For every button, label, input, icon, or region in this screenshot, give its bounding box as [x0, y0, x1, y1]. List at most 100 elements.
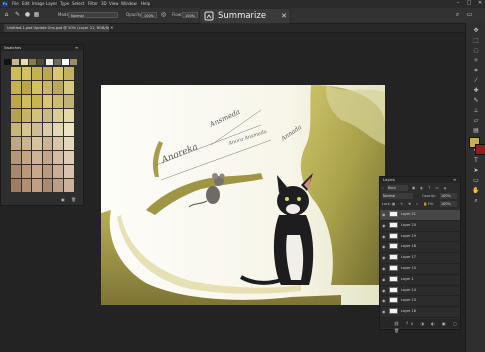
swatch-cell[interactable]	[45, 59, 53, 65]
minimize-icon[interactable]: –	[454, 0, 462, 7]
swatch-cell[interactable]	[64, 81, 74, 94]
swatch-cell[interactable]	[64, 137, 74, 150]
swatch-cell[interactable]	[11, 179, 21, 192]
swatch-cell[interactable]	[64, 123, 74, 136]
brush-preset-icon[interactable]: ●	[24, 11, 31, 19]
swatch-cell[interactable]	[53, 179, 63, 192]
swatch-cell[interactable]	[21, 67, 32, 80]
workspace-icon[interactable]: ▭	[466, 11, 473, 19]
swatch-cell[interactable]	[21, 165, 32, 178]
swatch-cell[interactable]	[21, 109, 32, 122]
layer-row[interactable]: ◉ Layer 18	[380, 242, 460, 254]
menu-file[interactable]: File	[12, 1, 19, 7]
visibility-eye-icon[interactable]: ◉	[382, 223, 386, 228]
menu-type[interactable]: Type	[60, 1, 69, 7]
swatch-cell[interactable]	[4, 59, 11, 65]
delete-swatch-icon[interactable]: 🗑	[71, 197, 76, 202]
layer-row[interactable]: ◉ Layer 13	[380, 296, 460, 308]
swatch-cell[interactable]	[32, 67, 42, 80]
move-tool-icon[interactable]: ✥	[471, 27, 481, 35]
layer-filter-select[interactable]: Kind	[387, 185, 408, 191]
swatch-cell[interactable]	[53, 109, 63, 122]
summarize-button[interactable]: Summarize ✕	[200, 9, 290, 23]
swatch-cell[interactable]	[42, 95, 53, 108]
swatch-cell[interactable]	[53, 81, 63, 94]
ps-logo-icon[interactable]: Ps	[2, 1, 8, 7]
menu-image[interactable]: Image	[32, 1, 45, 7]
background-color-swatch[interactable]	[475, 144, 485, 155]
stamp-tool-icon[interactable]: ⊥	[471, 107, 481, 115]
flow-field[interactable]: 100%	[182, 12, 198, 18]
swatch-cell[interactable]	[11, 81, 21, 94]
swatch-cell[interactable]	[11, 165, 21, 178]
home-icon[interactable]: ⌂	[3, 11, 10, 19]
swatch-cell[interactable]	[42, 151, 53, 164]
layers-menu-icon[interactable]: ≡	[453, 177, 456, 183]
filter-icons[interactable]: ▣ ◐ T ▭ ◈	[412, 185, 448, 191]
swatch-cell[interactable]	[53, 123, 63, 136]
visibility-eye-icon[interactable]: ◉	[382, 255, 386, 260]
layer-row[interactable]: ◉ Layer 1	[380, 275, 460, 286]
swatch-cell[interactable]	[11, 123, 21, 136]
crop-tool-icon[interactable]: ⌗	[471, 67, 481, 75]
swatch-cell[interactable]	[11, 109, 21, 122]
swatch-cell[interactable]	[11, 137, 21, 150]
swatch-cell[interactable]	[53, 165, 63, 178]
document-tab[interactable]: Untitled-1.psd Update Ons.psd @ 50% (Lay…	[4, 24, 109, 32]
swatch-cell[interactable]	[64, 67, 74, 80]
layer-row[interactable]: ◉ Layer 15	[380, 264, 460, 275]
type-tool-icon[interactable]: T	[471, 157, 481, 165]
layer-row[interactable]: ◉ Layer 20	[380, 221, 460, 232]
panel-menu-icon[interactable]: ≡	[75, 45, 78, 51]
pressure-opacity-icon[interactable]: ◎	[160, 11, 167, 19]
layers-tab[interactable]: Layers	[383, 177, 395, 183]
swatch-cell[interactable]	[64, 151, 74, 164]
swatch-cell[interactable]	[53, 95, 63, 108]
swatch-cell[interactable]	[21, 81, 32, 94]
document-tab-close-icon[interactable]: ✕	[110, 24, 116, 32]
swatch-cell[interactable]	[42, 165, 53, 178]
mode-select[interactable]: Normal	[68, 12, 118, 18]
swatch-cell[interactable]	[32, 109, 42, 122]
swatch-cell[interactable]	[21, 123, 32, 136]
marquee-tool-icon[interactable]: ⬚	[471, 37, 481, 45]
swatch-cell[interactable]	[21, 95, 32, 108]
swatch-cell[interactable]	[42, 67, 53, 80]
swatch-cell[interactable]	[32, 165, 42, 178]
layers-footer-icons[interactable]: ⛓ fx ◑ ◐ ▣ ▢ 🗑	[394, 320, 460, 334]
swatch-cell[interactable]	[62, 59, 70, 65]
lock-icons[interactable]: ▦ ✎ ✥ ⌗ 🔒	[392, 201, 429, 207]
gradient-tool-icon[interactable]: ▤	[471, 127, 481, 135]
swatch-cell[interactable]	[42, 109, 53, 122]
swatch-cell[interactable]	[12, 59, 20, 65]
brush-tool-side-icon[interactable]: ✎	[471, 97, 481, 105]
swatch-cell[interactable]	[64, 165, 74, 178]
menu-help[interactable]: Help	[141, 1, 150, 7]
search-icon[interactable]: ⌕	[454, 11, 461, 19]
document-canvas[interactable]: Anoreka Ansmeda Anora Ansmeda Annada	[101, 85, 385, 305]
swatch-cell[interactable]	[21, 179, 32, 192]
opacity-field[interactable]: 100%	[141, 12, 157, 18]
swatch-cell[interactable]	[42, 179, 53, 192]
swatch-cell[interactable]	[11, 151, 21, 164]
path-select-icon[interactable]: ➤	[471, 167, 481, 175]
layer-row[interactable]: ◉ Layer 16	[380, 307, 460, 318]
hand-tool-icon[interactable]: ✋	[471, 187, 481, 195]
visibility-eye-icon[interactable]: ◉	[382, 277, 386, 282]
swatch-cell[interactable]	[32, 123, 42, 136]
blend-mode-select[interactable]: Normal	[382, 193, 413, 199]
summarize-close-icon[interactable]: ✕	[279, 11, 289, 21]
layer-row[interactable]: ◉ Layer 17	[380, 253, 460, 264]
visibility-eye-icon[interactable]: ◉	[382, 309, 386, 314]
visibility-eye-icon[interactable]: ◉	[382, 212, 386, 217]
swatch-cell[interactable]	[53, 151, 63, 164]
swatch-cell[interactable]	[28, 59, 36, 65]
swatch-cell[interactable]	[32, 151, 42, 164]
swatch-cell[interactable]	[32, 179, 42, 192]
swatch-cell[interactable]	[53, 137, 63, 150]
maximize-icon[interactable]: □	[465, 0, 473, 7]
layer-opacity-field[interactable]: 100%	[440, 193, 457, 199]
swatch-cell[interactable]	[32, 81, 42, 94]
healing-tool-icon[interactable]: ✚	[471, 87, 481, 95]
swatch-cell[interactable]	[21, 137, 32, 150]
